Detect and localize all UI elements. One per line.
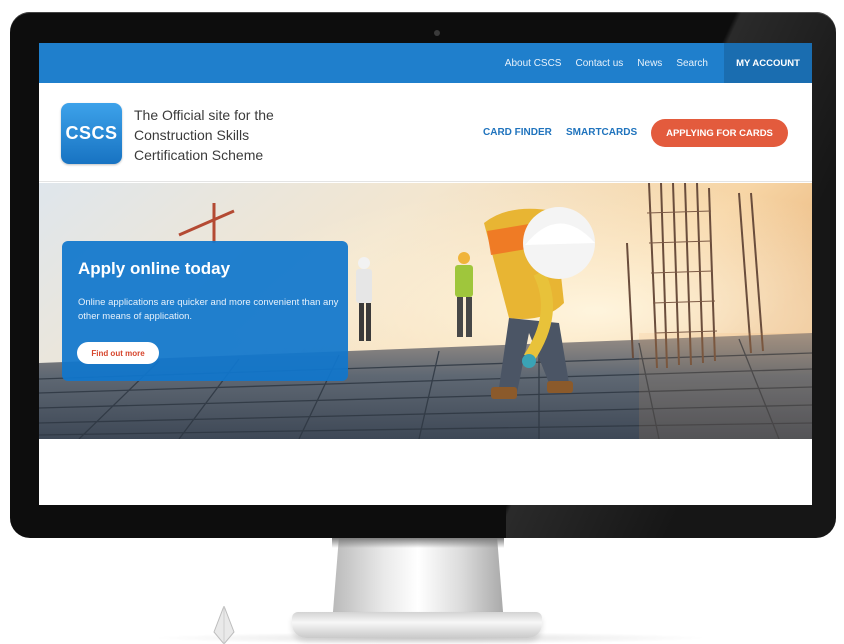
cscs-logo-icon[interactable]: CSCS: [61, 103, 122, 164]
news-link[interactable]: News: [637, 58, 662, 69]
smartcards-link[interactable]: SMARTCARDS: [566, 127, 637, 138]
search-link[interactable]: Search: [676, 58, 708, 69]
monitor-mockup: About CSCS Contact us News Search MY ACC…: [0, 0, 844, 644]
promo-description: Online applications are quicker and more…: [78, 297, 339, 322]
tagline-line-2: Construction Skills: [134, 127, 250, 143]
applying-for-cards-button[interactable]: APPLYING FOR CARDS: [651, 119, 788, 147]
about-link[interactable]: About CSCS: [505, 58, 562, 69]
card-finder-link[interactable]: CARD FINDER: [483, 127, 552, 138]
site-header: CSCS The Official site for the Construct…: [39, 83, 812, 182]
website-screen: About CSCS Contact us News Search MY ACC…: [39, 43, 812, 505]
tagline-line-1: The Official site for the: [134, 107, 274, 123]
stand-shadow: [332, 538, 504, 548]
tagline-line-3: Certification Scheme: [134, 147, 264, 163]
page-content-area: [39, 439, 812, 505]
site-tagline: The Official site for the Construction S…: [134, 105, 334, 165]
promo-title: Apply online today: [78, 259, 231, 278]
webcam-icon: [434, 30, 440, 36]
hero-banner: Apply online today Online applications a…: [39, 183, 812, 439]
monitor-stand-base: [292, 612, 542, 638]
utility-links: About CSCS Contact us News Search MY ACC…: [505, 43, 812, 83]
contact-link[interactable]: Contact us: [575, 58, 623, 69]
apply-online-panel: Apply online today Online applications a…: [62, 241, 348, 381]
utility-bar: About CSCS Contact us News Search MY ACC…: [39, 43, 812, 83]
decorative-crystal-icon: [213, 606, 235, 644]
my-account-button[interactable]: MY ACCOUNT: [724, 43, 812, 83]
find-out-more-button[interactable]: Find out more: [77, 342, 159, 364]
